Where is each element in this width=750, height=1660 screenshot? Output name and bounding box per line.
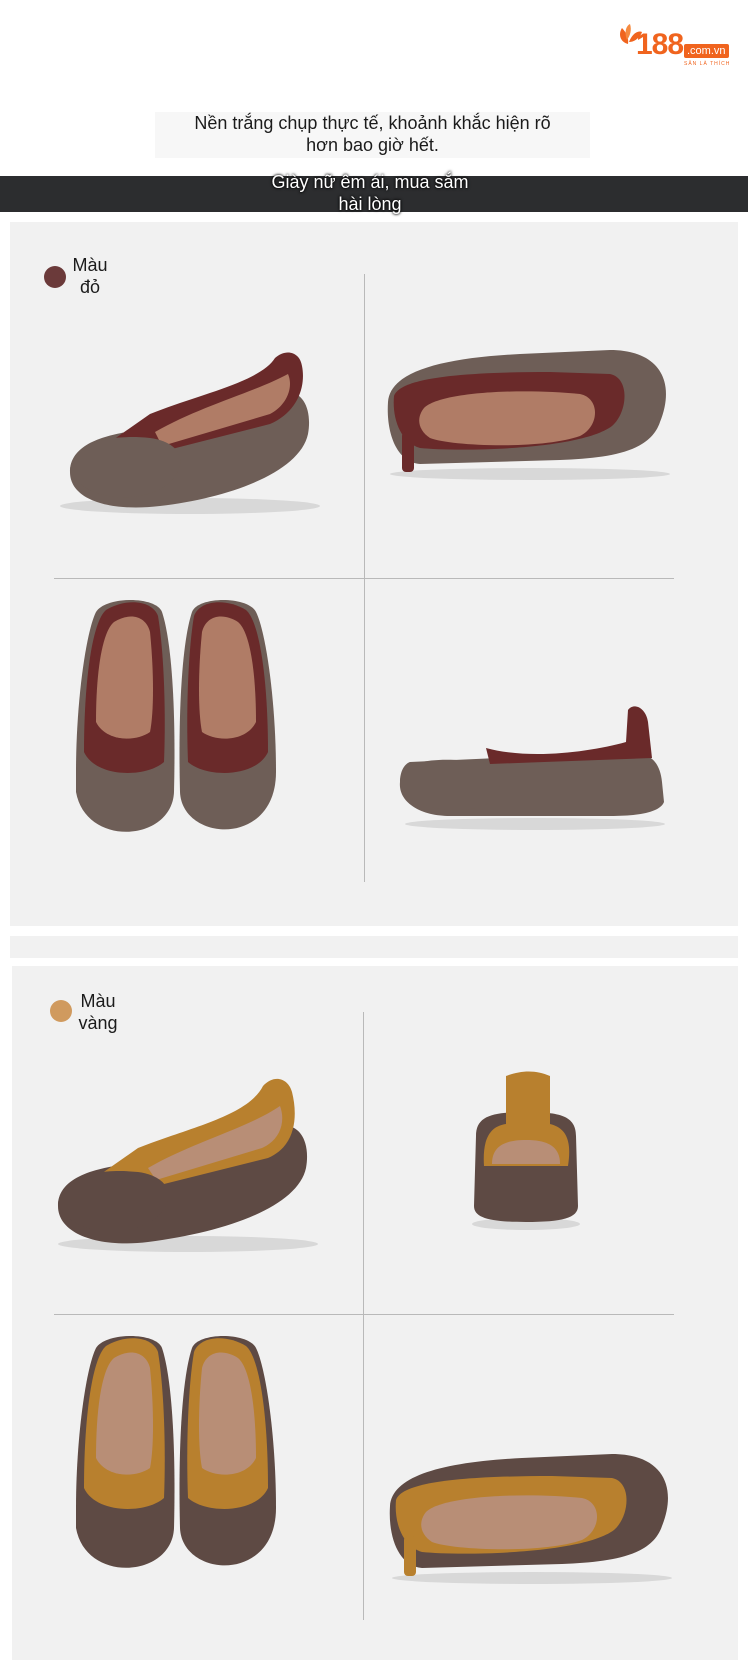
product-image-yellow-back[interactable] <box>462 1066 592 1236</box>
variant-panel-red: Màu đỏ <box>10 222 738 926</box>
banner-line-2: hài lòng <box>338 194 402 214</box>
variant-label-red: Màu đỏ <box>62 254 118 298</box>
headline: Nền trắng chụp thực tế, khoảnh khắc hiện… <box>155 112 590 158</box>
color-swatch-yellow[interactable] <box>50 1000 72 1022</box>
section-separator <box>10 936 738 958</box>
logo-domain: .com.vn <box>684 44 729 59</box>
product-image-yellow-side[interactable] <box>382 1446 682 1596</box>
product-image-red-side[interactable] <box>380 342 680 492</box>
brand-logo[interactable]: 188 .com.vn SĂN LÀ THÍCH <box>614 22 734 72</box>
variant-label-line-2: đỏ <box>79 277 101 297</box>
product-image-red-top[interactable] <box>66 592 286 852</box>
product-image-yellow-angle[interactable] <box>48 1056 338 1256</box>
variant-label-line-1: Màu <box>72 255 108 275</box>
logo-number: 188 <box>636 28 684 61</box>
banner-text: Giày nữ êm ái, mua sắm hài lòng <box>255 171 485 215</box>
variant-panel-yellow: Màu vàng <box>12 966 738 1660</box>
grid-divider-horizontal <box>54 578 674 579</box>
grid-divider-vertical <box>363 1012 364 1620</box>
banner-line-1: Giày nữ êm ái, mua sắm <box>271 172 469 192</box>
product-image-red-profile[interactable] <box>390 702 680 842</box>
variant-label-line-1: Màu <box>80 991 116 1011</box>
variant-label-yellow: Màu vàng <box>70 990 126 1034</box>
product-image-yellow-top[interactable] <box>66 1328 286 1588</box>
grid-divider-horizontal <box>54 1314 674 1315</box>
logo-tagline: SĂN LÀ THÍCH <box>684 61 731 67</box>
headline-line-1: Nền trắng chụp thực tế, khoảnh khắc hiện… <box>194 113 551 133</box>
variant-label-line-2: vàng <box>78 1013 118 1033</box>
headline-line-2: hơn bao giờ hết. <box>306 135 439 155</box>
product-image-red-angle[interactable] <box>50 322 340 522</box>
